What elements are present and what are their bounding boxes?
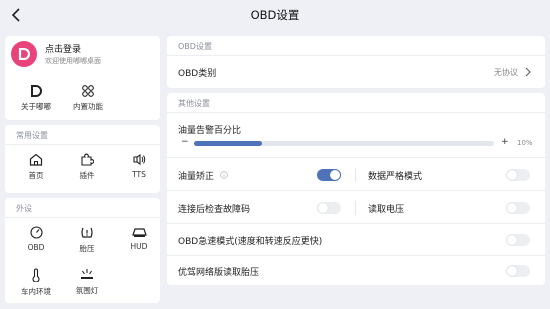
obd-button[interactable]: OBD <box>11 226 61 252</box>
fuel-warning-slider[interactable] <box>194 141 494 146</box>
tpms-read-toggle[interactable] <box>506 265 530 277</box>
toggle-knob <box>507 235 517 245</box>
obd-type-row[interactable]: OBD类别 无协议 <box>167 56 545 88</box>
divider <box>167 223 545 224</box>
tpms-read-label: 优驾网络版读取胎压 <box>178 268 260 278</box>
fast-mode-toggle[interactable] <box>506 234 530 246</box>
toggle-knob <box>330 170 340 180</box>
obd-type-label: OBD类别 <box>178 69 217 79</box>
login-title: 点击登录 <box>45 45 82 55</box>
divider <box>167 157 545 158</box>
profile-card: 点击登录 欢迎使用嘟嘟桌面 关于嘟嘟 内置功能 <box>5 36 160 120</box>
obd-type-value: 无协议 <box>494 68 518 77</box>
hud-label: HUD <box>130 242 148 251</box>
hud-button[interactable]: HUD <box>114 226 164 251</box>
divider <box>167 112 545 113</box>
dudu-logo-icon <box>31 85 42 97</box>
tire-pressure-label: 胎压 <box>79 244 95 253</box>
builtin-functions-button[interactable]: 内置功能 <box>63 85 113 112</box>
other-settings-card: 其他设置 油量告警百分比 − + 10% 油量矫正 数据严格模式 连接后检查故障… <box>167 93 545 285</box>
column-divider <box>355 201 356 215</box>
builtin-label: 内置功能 <box>73 102 103 111</box>
chevron-right-icon <box>525 67 531 77</box>
fuel-slider-plus[interactable]: + <box>501 137 509 147</box>
home-label: 首页 <box>28 171 44 180</box>
check-fault-toggle[interactable] <box>317 202 341 214</box>
peripherals-label: 外设 <box>16 204 32 213</box>
login-subtitle: 欢迎使用嘟嘟桌面 <box>45 57 101 65</box>
check-fault-label: 连接后检查故障码 <box>178 205 251 215</box>
divider <box>5 144 160 145</box>
grid-circles-icon <box>82 85 94 97</box>
cabin-environment-label: 车内环境 <box>21 287 51 296</box>
divider <box>167 255 545 256</box>
toggle-knob <box>507 203 517 213</box>
plugins-button[interactable]: 插件 <box>62 153 112 181</box>
gauge-icon <box>29 226 43 239</box>
about-button[interactable]: 关于嘟嘟 <box>11 85 61 112</box>
avatar <box>11 41 37 67</box>
strict-mode-toggle[interactable] <box>506 169 530 181</box>
common-settings-card: 常用设置 首页 插件 TTS <box>5 125 160 193</box>
fuel-slider-minus[interactable]: − <box>181 137 189 147</box>
top-bar: OBD设置 <box>0 0 550 30</box>
fuel-slider-fill <box>194 141 262 146</box>
about-label: 关于嘟嘟 <box>21 102 51 111</box>
app-logo-icon <box>18 48 30 60</box>
divider <box>167 190 545 191</box>
read-voltage-toggle[interactable] <box>506 202 530 214</box>
page-title: OBD设置 <box>250 8 300 22</box>
plugins-label: 插件 <box>79 171 95 180</box>
toggle-knob <box>507 170 517 180</box>
info-icon[interactable] <box>220 171 228 179</box>
peripherals-card: 外设 OBD 胎压 HUD 车内环境 氛围灯 <box>5 198 160 303</box>
strict-mode-label: 数据严格模式 <box>368 172 423 182</box>
thermometer-icon <box>32 268 40 282</box>
toggle-knob <box>318 203 328 213</box>
fuel-slider-value: 10% <box>517 139 533 147</box>
column-divider <box>355 168 356 182</box>
ambient-light-label: 氛围灯 <box>75 286 99 295</box>
login-area[interactable]: 点击登录 欢迎使用嘟嘟桌面 <box>5 36 160 74</box>
home-button[interactable]: 首页 <box>11 153 61 181</box>
toggle-knob <box>507 266 517 276</box>
other-settings-section-label: 其他设置 <box>178 99 210 108</box>
obd-settings-card: OBD设置 OBD类别 无协议 <box>167 36 545 88</box>
cabin-environment-button[interactable]: 车内环境 <box>11 268 61 297</box>
tire-pressure-icon <box>81 227 93 238</box>
read-voltage-label: 读取电压 <box>368 205 405 215</box>
ambient-light-icon <box>81 269 93 279</box>
tts-label: TTS <box>132 170 146 179</box>
car-dashboard-icon <box>131 228 147 237</box>
ambient-light-button[interactable]: 氛围灯 <box>62 268 112 296</box>
fuel-warning-label: 油量告警百分比 <box>178 126 242 136</box>
divider <box>5 217 160 218</box>
common-settings-label: 常用设置 <box>16 131 48 140</box>
speaker-waves-icon <box>133 153 146 166</box>
fuel-correction-label: 油量矫正 <box>178 172 215 182</box>
fuel-correction-toggle[interactable] <box>317 169 341 181</box>
home-icon <box>29 153 43 166</box>
fast-mode-label: OBD急速模式(速度和转速反应更快) <box>178 237 323 247</box>
tire-pressure-button[interactable]: 胎压 <box>62 226 112 254</box>
obd-settings-section-label: OBD设置 <box>178 42 212 51</box>
puzzle-icon <box>81 153 94 166</box>
tts-button[interactable]: TTS <box>114 153 164 179</box>
obd-label: OBD <box>27 243 45 252</box>
